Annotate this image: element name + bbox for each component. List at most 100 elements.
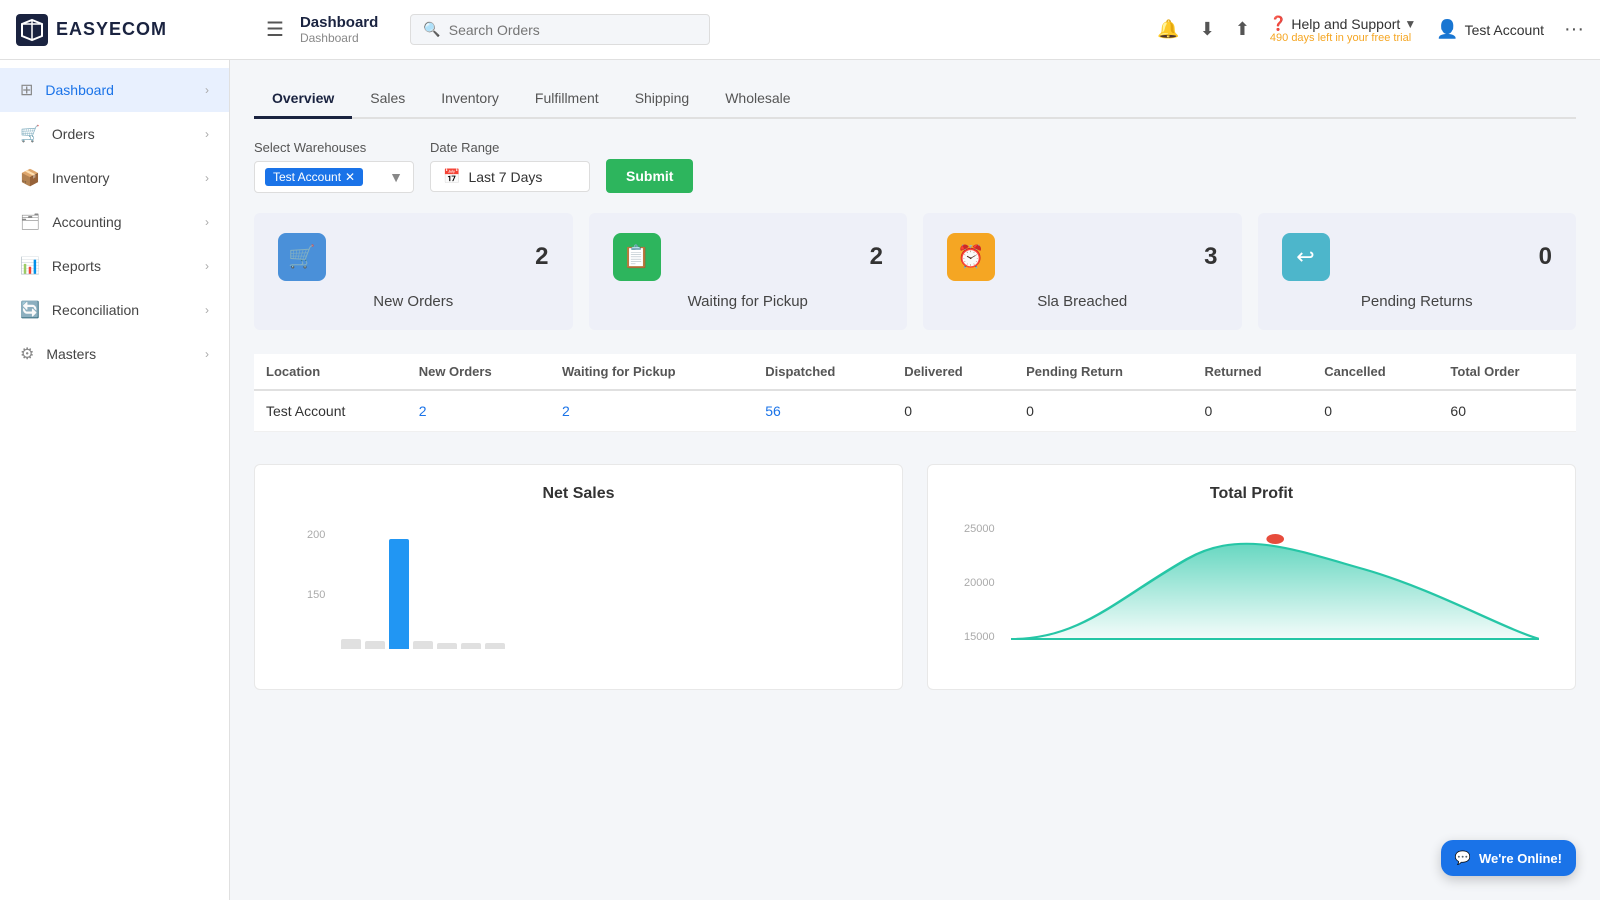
- dashboard-icon: ⊞: [20, 80, 33, 100]
- col-location: Location: [254, 354, 407, 390]
- y-label-25000: 25000: [964, 523, 995, 535]
- waiting-pickup-count: 2: [870, 243, 883, 271]
- cell-new-orders[interactable]: 2: [407, 390, 550, 432]
- warehouse-filter-label: Select Warehouses: [254, 140, 414, 155]
- notification-icon[interactable]: 🔔: [1157, 19, 1179, 40]
- warehouse-select[interactable]: Test Account ✕ ▼: [254, 161, 414, 193]
- stat-card-waiting-pickup[interactable]: 📋 2 Waiting for Pickup: [589, 213, 908, 330]
- download-icon[interactable]: ⬇: [1200, 19, 1215, 40]
- bar-2: [365, 641, 385, 649]
- sidebar-item-label: Masters: [46, 346, 96, 362]
- waiting-pickup-label: Waiting for Pickup: [688, 293, 808, 310]
- chevron-right-icon: ›: [205, 83, 209, 97]
- clock-icon: ⏰: [957, 244, 984, 270]
- logo-text: EASYECOM: [56, 19, 167, 40]
- chevron-right-icon: ›: [205, 259, 209, 273]
- orders-icon: 🛒: [20, 124, 40, 144]
- help-support[interactable]: ❓ Help and Support ▼ 490 days left in yo…: [1270, 15, 1416, 44]
- cell-total-order: 60: [1438, 390, 1576, 432]
- sidebar-item-orders[interactable]: 🛒 Orders ›: [0, 112, 229, 156]
- col-total-order: Total Order: [1438, 354, 1576, 390]
- date-range-value: Last 7 Days: [468, 169, 542, 185]
- cell-dispatched[interactable]: 56: [753, 390, 892, 432]
- new-orders-label: New Orders: [373, 293, 453, 310]
- orders-table: Location New Orders Waiting for Pickup D…: [254, 354, 1576, 432]
- stat-cards: 🛒 2 New Orders 📋 2 Waiting for Pickup: [254, 213, 1576, 330]
- logo-icon: [16, 14, 48, 46]
- stat-card-pending-returns[interactable]: ↩ 0 Pending Returns: [1258, 213, 1577, 330]
- sidebar-item-label: Accounting: [52, 214, 121, 230]
- account-area[interactable]: 👤 Test Account: [1436, 19, 1544, 40]
- inventory-icon: 📦: [20, 168, 40, 188]
- hamburger-icon[interactable]: ☰: [266, 17, 284, 42]
- table-row: Test Account 2 2 56 0 0 0 0 60: [254, 390, 1576, 432]
- breadcrumb-title: Dashboard: [300, 14, 378, 31]
- profit-svg: [1011, 519, 1539, 649]
- sidebar-item-inventory[interactable]: 📦 Inventory ›: [0, 156, 229, 200]
- bar-5: [437, 643, 457, 649]
- account-icon: 👤: [1436, 19, 1458, 40]
- waiting-pickup-icon-wrap: 📋: [613, 233, 661, 281]
- return-icon: ↩: [1296, 244, 1314, 270]
- chevron-right-icon: ›: [205, 171, 209, 185]
- logo-area: EASYECOM: [16, 14, 246, 46]
- sidebar-item-accounting[interactable]: 🗂 Accounting ›: [0, 200, 229, 244]
- bar-4: [413, 641, 433, 649]
- y-label-20000: 20000: [964, 577, 995, 589]
- cell-waiting-pickup[interactable]: 2: [550, 390, 753, 432]
- cell-pending-return: 0: [1014, 390, 1192, 432]
- account-label: Test Account: [1465, 22, 1544, 38]
- stat-card-sla-breached[interactable]: ⏰ 3 Sla Breached: [923, 213, 1242, 330]
- date-filter-label: Date Range: [430, 140, 590, 155]
- chat-icon: 💬: [1455, 850, 1471, 866]
- stat-card-new-orders[interactable]: 🛒 2 New Orders: [254, 213, 573, 330]
- cart-icon: 🛒: [288, 244, 315, 270]
- warehouse-tag: Test Account ✕: [265, 168, 363, 186]
- net-sales-chart: Net Sales 200 150: [254, 464, 903, 690]
- chevron-right-icon: ›: [205, 347, 209, 361]
- tab-sales[interactable]: Sales: [352, 80, 423, 119]
- col-dispatched: Dispatched: [753, 354, 892, 390]
- search-icon: 🔍: [423, 21, 440, 38]
- sidebar: ⊞ Dashboard › 🛒 Orders › 📦 Inventory › 🗂…: [0, 60, 230, 900]
- bar-1: [341, 639, 361, 649]
- col-cancelled: Cancelled: [1312, 354, 1438, 390]
- chevron-right-icon: ›: [205, 215, 209, 229]
- sidebar-item-reports[interactable]: 📊 Reports ›: [0, 244, 229, 288]
- chat-label: We're Online!: [1479, 851, 1562, 866]
- chat-widget[interactable]: 💬 We're Online!: [1441, 840, 1576, 876]
- search-bar[interactable]: 🔍: [410, 14, 710, 45]
- help-icon: ❓: [1270, 15, 1287, 32]
- sidebar-item-label: Reconciliation: [52, 302, 139, 318]
- chevron-right-icon: ›: [205, 303, 209, 317]
- sidebar-item-label: Reports: [52, 258, 101, 274]
- tab-wholesale[interactable]: Wholesale: [707, 80, 808, 119]
- more-icon[interactable]: ···: [1564, 18, 1584, 41]
- tab-shipping[interactable]: Shipping: [617, 80, 708, 119]
- submit-button[interactable]: Submit: [606, 159, 693, 193]
- net-sales-chart-area: 200 150: [275, 519, 882, 669]
- total-profit-chart-area: 25000 20000 15000: [948, 519, 1555, 669]
- net-sales-title: Net Sales: [275, 485, 882, 503]
- search-input[interactable]: [449, 22, 698, 38]
- total-profit-title: Total Profit: [948, 485, 1555, 503]
- breadcrumb-sub: Dashboard: [300, 31, 378, 45]
- sidebar-item-dashboard[interactable]: ⊞ Dashboard ›: [0, 68, 229, 112]
- tab-fulfillment[interactable]: Fulfillment: [517, 80, 617, 119]
- warehouse-filter-group: Select Warehouses Test Account ✕ ▼: [254, 140, 414, 193]
- masters-icon: ⚙: [20, 344, 34, 364]
- cell-cancelled: 0: [1312, 390, 1438, 432]
- pending-returns-icon-wrap: ↩: [1282, 233, 1330, 281]
- accounting-icon: 🗂: [20, 212, 40, 232]
- sidebar-item-reconciliation[interactable]: 🔄 Reconciliation ›: [0, 288, 229, 332]
- sidebar-item-label: Orders: [52, 126, 95, 142]
- col-pending-return: Pending Return: [1014, 354, 1192, 390]
- upload-icon[interactable]: ⬆: [1235, 19, 1250, 40]
- date-range-input[interactable]: 📅 Last 7 Days: [430, 161, 590, 192]
- reports-icon: 📊: [20, 256, 40, 276]
- tab-inventory[interactable]: Inventory: [423, 80, 517, 119]
- tab-overview[interactable]: Overview: [254, 80, 352, 119]
- trial-text: 490 days left in your free trial: [1270, 32, 1416, 44]
- sidebar-item-masters[interactable]: ⚙ Masters ›: [0, 332, 229, 376]
- tag-close-icon[interactable]: ✕: [345, 170, 355, 184]
